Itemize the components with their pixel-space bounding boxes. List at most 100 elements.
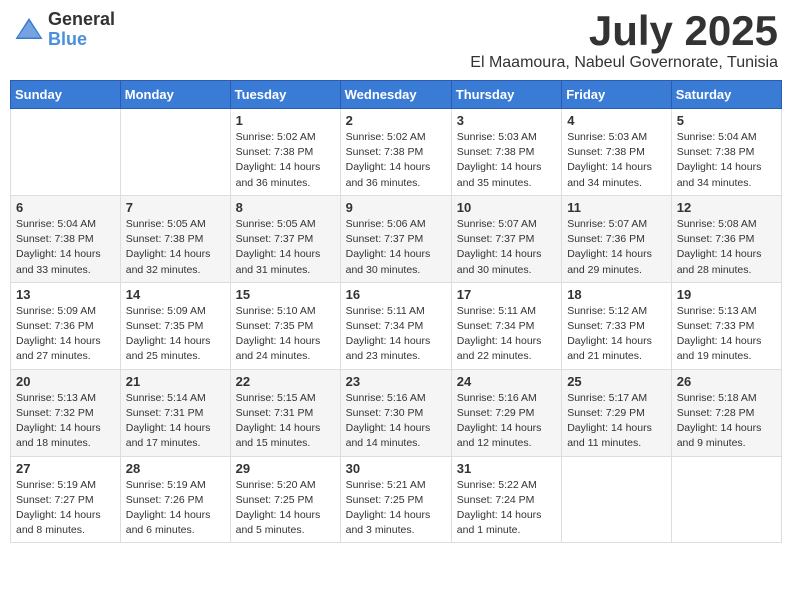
calendar-cell: 13 Sunrise: 5:09 AMSunset: 7:36 PMDayligh… [11,282,121,369]
day-number: 20 [16,374,115,389]
day-info: Sunrise: 5:05 AMSunset: 7:37 PMDaylight:… [236,217,335,278]
calendar-cell: 31Sunrise: 5:22 AMSunset: 7:24 PMDayligh… [451,456,561,543]
day-info: Sunrise: 5:09 AMSunset: 7:35 PMDaylight:… [126,304,225,365]
day-info: Sunrise: 5:14 AMSunset: 7:31 PMDaylight:… [126,391,225,452]
location-subtitle: El Maamoura, Nabeul Governorate, Tunisia [470,54,778,72]
calendar-cell: 3Sunrise: 5:03 AMSunset: 7:38 PMDaylight… [451,109,561,196]
calendar-header-row: SundayMondayTuesdayWednesdayThursdayFrid… [11,81,782,109]
day-number: 10 [457,200,556,215]
calendar-cell: 7Sunrise: 5:05 AMSunset: 7:38 PMDaylight… [120,195,230,282]
calendar-week-row: 6 Sunrise: 5:04 AMSunset: 7:38 PMDaylight… [11,195,782,282]
day-number: 1 [236,113,335,128]
calendar-cell [120,109,230,196]
calendar-cell: 23Sunrise: 5:16 AMSunset: 7:30 PMDayligh… [340,369,451,456]
day-info: Sunrise: 5:18 AMSunset: 7:28 PMDaylight:… [677,391,776,452]
day-info: Sunrise: 5:04 AMSunset: 7:38 PMDaylight:… [677,130,776,191]
day-number: 14 [126,287,225,302]
title-section: July 2025 El Maamoura, Nabeul Governorat… [470,10,778,72]
day-info: Sunrise: 5:16 AMSunset: 7:29 PMDaylight:… [457,391,556,452]
weekday-header: Sunday [11,81,121,109]
calendar-week-row: 13 Sunrise: 5:09 AMSunset: 7:36 PMDayligh… [11,282,782,369]
day-info: Sunrise: 5:03 AMSunset: 7:38 PMDaylight:… [457,130,556,191]
day-info: Sunrise: 5:11 AMSunset: 7:34 PMDaylight:… [346,304,446,365]
calendar-week-row: 27 Sunrise: 5:19 AMSunset: 7:27 PMDayligh… [11,456,782,543]
day-number: 30 [346,461,446,476]
day-info: Sunrise: 5:16 AMSunset: 7:30 PMDaylight:… [346,391,446,452]
day-info: Sunrise: 5:20 AMSunset: 7:25 PMDaylight:… [236,478,335,539]
day-info: Sunrise: 5:06 AMSunset: 7:37 PMDaylight:… [346,217,446,278]
calendar-cell: 16 Sunrise: 5:11 AMSunset: 7:34 PMDayligh… [340,282,451,369]
calendar-cell [671,456,781,543]
day-number: 11 [567,200,666,215]
weekday-header: Monday [120,81,230,109]
day-info: Sunrise: 5:13 AMSunset: 7:32 PMDaylight:… [16,391,115,452]
day-info: Sunrise: 5:07 AMSunset: 7:36 PMDaylight:… [567,217,666,278]
day-number: 8 [236,200,335,215]
day-info: Sunrise: 5:13 AMSunset: 7:33 PMDaylight:… [677,304,776,365]
calendar-week-row: 1 Sunrise: 5:02 AMSunset: 7:38 PMDaylight… [11,109,782,196]
calendar-cell: 25 Sunrise: 5:17 AMSunset: 7:29 PMDayligh… [562,369,672,456]
day-info: Sunrise: 5:02 AMSunset: 7:38 PMDaylight:… [236,130,335,191]
day-number: 16 [346,287,446,302]
day-number: 25 [567,374,666,389]
calendar-week-row: 20 Sunrise: 5:13 AMSunset: 7:32 PMDayligh… [11,369,782,456]
weekday-header: Friday [562,81,672,109]
day-info: Sunrise: 5:21 AMSunset: 7:25 PMDaylight:… [346,478,446,539]
day-number: 6 [16,200,115,215]
day-info: Sunrise: 5:07 AMSunset: 7:37 PMDaylight:… [457,217,556,278]
day-number: 24 [457,374,556,389]
calendar-cell: 11 Sunrise: 5:07 AMSunset: 7:36 PMDayligh… [562,195,672,282]
calendar-cell: 24 Sunrise: 5:16 AMSunset: 7:29 PMDayligh… [451,369,561,456]
day-number: 2 [346,113,446,128]
calendar-cell: 5 Sunrise: 5:04 AMSunset: 7:38 PMDaylight… [671,109,781,196]
calendar-cell [11,109,121,196]
logo-general: General [48,10,115,30]
day-number: 29 [236,461,335,476]
calendar-cell: 8 Sunrise: 5:05 AMSunset: 7:37 PMDaylight… [230,195,340,282]
day-info: Sunrise: 5:19 AMSunset: 7:27 PMDaylight:… [16,478,115,539]
logo-icon [14,15,44,45]
calendar-cell: 10 Sunrise: 5:07 AMSunset: 7:37 PMDayligh… [451,195,561,282]
day-number: 7 [126,200,225,215]
day-number: 27 [16,461,115,476]
logo: General Blue [14,10,115,50]
day-info: Sunrise: 5:22 AMSunset: 7:24 PMDaylight:… [457,478,556,539]
day-number: 4 [567,113,666,128]
calendar-cell: 22Sunrise: 5:15 AMSunset: 7:31 PMDayligh… [230,369,340,456]
day-info: Sunrise: 5:17 AMSunset: 7:29 PMDaylight:… [567,391,666,452]
weekday-header: Saturday [671,81,781,109]
calendar-cell: 14 Sunrise: 5:09 AMSunset: 7:35 PMDayligh… [120,282,230,369]
day-number: 19 [677,287,776,302]
calendar-cell: 29 Sunrise: 5:20 AMSunset: 7:25 PMDayligh… [230,456,340,543]
calendar-table: SundayMondayTuesdayWednesdayThursdayFrid… [10,80,782,543]
day-number: 13 [16,287,115,302]
day-number: 17 [457,287,556,302]
day-info: Sunrise: 5:09 AMSunset: 7:36 PMDaylight:… [16,304,115,365]
day-number: 12 [677,200,776,215]
calendar-cell: 27 Sunrise: 5:19 AMSunset: 7:27 PMDayligh… [11,456,121,543]
day-number: 9 [346,200,446,215]
month-title: July 2025 [470,10,778,52]
weekday-header: Tuesday [230,81,340,109]
day-info: Sunrise: 5:12 AMSunset: 7:33 PMDaylight:… [567,304,666,365]
weekday-header: Thursday [451,81,561,109]
day-info: Sunrise: 5:10 AMSunset: 7:35 PMDaylight:… [236,304,335,365]
day-info: Sunrise: 5:19 AMSunset: 7:26 PMDaylight:… [126,478,225,539]
page-header: General Blue July 2025 El Maamoura, Nabe… [10,10,782,72]
calendar-cell: 9 Sunrise: 5:06 AMSunset: 7:37 PMDaylight… [340,195,451,282]
calendar-cell: 4Sunrise: 5:03 AMSunset: 7:38 PMDaylight… [562,109,672,196]
day-number: 21 [126,374,225,389]
day-number: 18 [567,287,666,302]
calendar-cell: 26Sunrise: 5:18 AMSunset: 7:28 PMDayligh… [671,369,781,456]
day-number: 5 [677,113,776,128]
day-info: Sunrise: 5:11 AMSunset: 7:34 PMDaylight:… [457,304,556,365]
logo-text: General Blue [48,10,115,50]
calendar-cell: 2Sunrise: 5:02 AMSunset: 7:38 PMDaylight… [340,109,451,196]
calendar-cell: 17 Sunrise: 5:11 AMSunset: 7:34 PMDayligh… [451,282,561,369]
day-info: Sunrise: 5:15 AMSunset: 7:31 PMDaylight:… [236,391,335,452]
calendar-cell: 18 Sunrise: 5:12 AMSunset: 7:33 PMDayligh… [562,282,672,369]
day-info: Sunrise: 5:04 AMSunset: 7:38 PMDaylight:… [16,217,115,278]
calendar-cell: 1 Sunrise: 5:02 AMSunset: 7:38 PMDaylight… [230,109,340,196]
calendar-cell [562,456,672,543]
calendar-cell: 30 Sunrise: 5:21 AMSunset: 7:25 PMDayligh… [340,456,451,543]
